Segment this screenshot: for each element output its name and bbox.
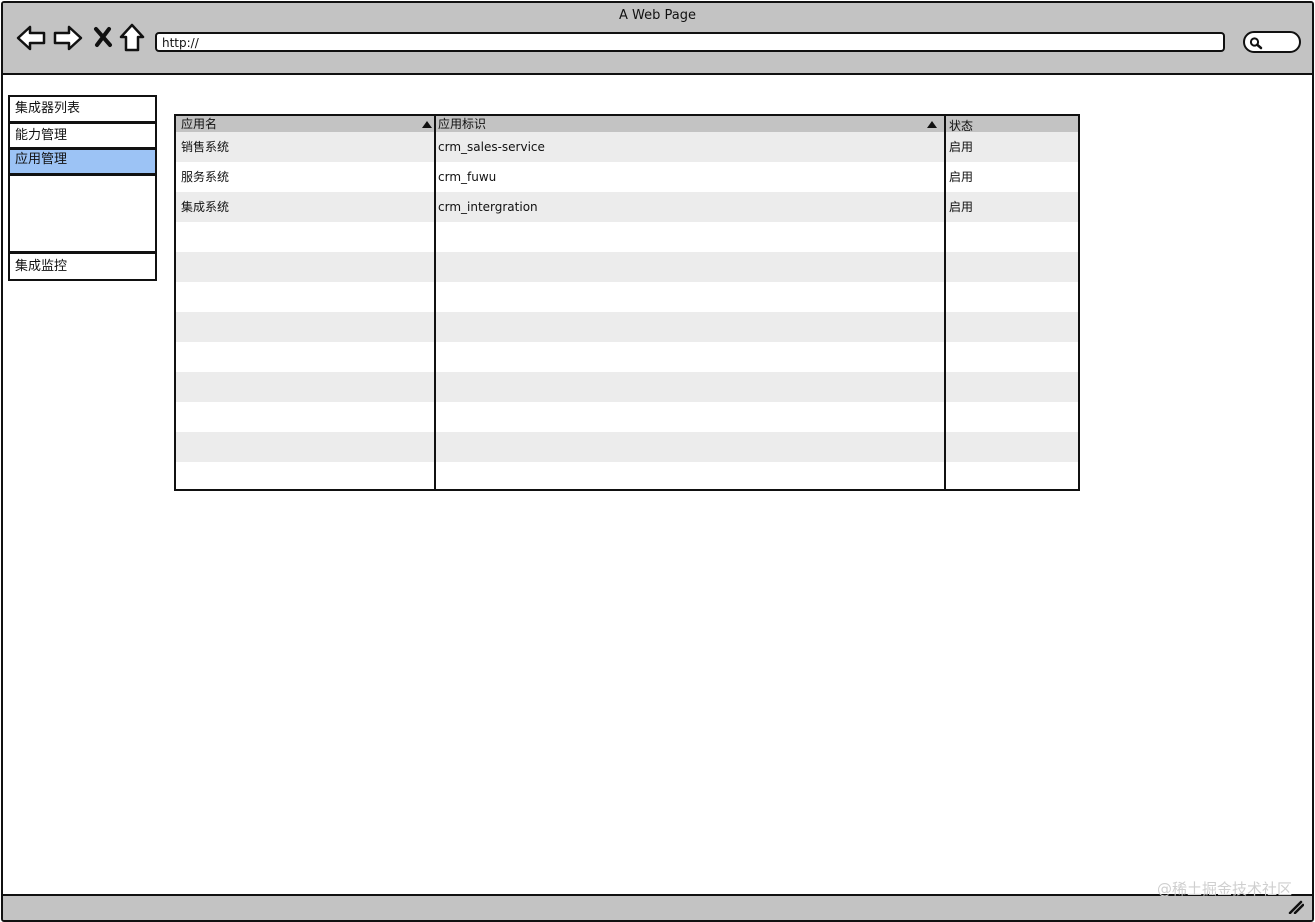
window-title: A Web Page xyxy=(619,8,696,23)
sidebar-item-label: 应用管理 xyxy=(15,152,68,167)
cell-app-id: crm_fuwu xyxy=(438,170,497,184)
cell-app-name: 集成系统 xyxy=(181,200,230,214)
table-row-empty xyxy=(176,312,1078,342)
sidebar-item-integrator-list[interactable]: 集成器列表 xyxy=(8,95,157,123)
cell-app-name: 服务系统 xyxy=(181,170,230,184)
table-row[interactable]: 集成系统 crm_intergration 启用 xyxy=(176,192,1078,222)
table-row-empty xyxy=(176,462,1078,489)
cell-app-id: crm_sales-service xyxy=(438,140,545,154)
watermark-text: @稀土掘金技术社区 xyxy=(1156,880,1292,898)
sidebar-item-label: 集成监控 xyxy=(15,259,68,274)
home-icon[interactable] xyxy=(119,23,145,57)
search-box[interactable] xyxy=(1243,31,1301,53)
resize-grip-icon[interactable] xyxy=(1288,899,1305,918)
column-divider xyxy=(434,116,436,489)
table-row-empty xyxy=(176,432,1078,462)
browser-chrome: A Web Page http:// xyxy=(3,3,1312,75)
column-header-app-id[interactable]: 应用标识 xyxy=(433,116,943,132)
table-row[interactable]: 销售系统 crm_sales-service 启用 xyxy=(176,132,1078,162)
table-row[interactable]: 服务系统 crm_fuwu 启用 xyxy=(176,162,1078,192)
sidebar-item-label: 集成器列表 xyxy=(15,101,81,116)
cell-status: 启用 xyxy=(949,200,974,214)
table-row-empty xyxy=(176,372,1078,402)
url-input[interactable]: http:// xyxy=(155,32,1225,52)
table-row-empty xyxy=(176,402,1078,432)
cell-app-name: 销售系统 xyxy=(181,140,230,154)
table-row-empty xyxy=(176,282,1078,312)
back-arrow-icon[interactable] xyxy=(16,24,46,56)
status-bar xyxy=(3,894,1312,920)
browser-window: A Web Page http:// 集成器列表 能力管理 应用管理 集成监控 … xyxy=(1,1,1314,922)
close-icon[interactable] xyxy=(93,26,113,52)
cell-app-id: crm_intergration xyxy=(438,200,538,214)
table-header: 应用名 应用标识 状态 xyxy=(176,116,1078,133)
column-divider xyxy=(944,116,946,489)
column-header-app-name[interactable]: 应用名 xyxy=(176,116,435,132)
table-row-empty xyxy=(176,252,1078,282)
cell-status: 启用 xyxy=(949,170,974,184)
sort-ascending-icon[interactable] xyxy=(422,121,432,128)
sidebar-item-empty xyxy=(8,174,157,253)
sidebar-item-integration-monitoring[interactable]: 集成监控 xyxy=(8,252,157,281)
sidebar-item-label: 能力管理 xyxy=(15,128,68,143)
forward-arrow-icon[interactable] xyxy=(53,24,83,56)
sidebar-item-capability-management[interactable]: 能力管理 xyxy=(8,122,157,149)
table-row-empty xyxy=(176,222,1078,252)
search-icon xyxy=(1249,37,1263,50)
sidebar-item-application-management[interactable]: 应用管理 xyxy=(8,148,157,175)
application-table: 应用名 应用标识 状态 销售系统 crm_sales-service 启用 服务… xyxy=(174,114,1080,491)
sort-ascending-icon[interactable] xyxy=(927,121,937,128)
table-row-empty xyxy=(176,342,1078,372)
cell-status: 启用 xyxy=(949,140,974,154)
